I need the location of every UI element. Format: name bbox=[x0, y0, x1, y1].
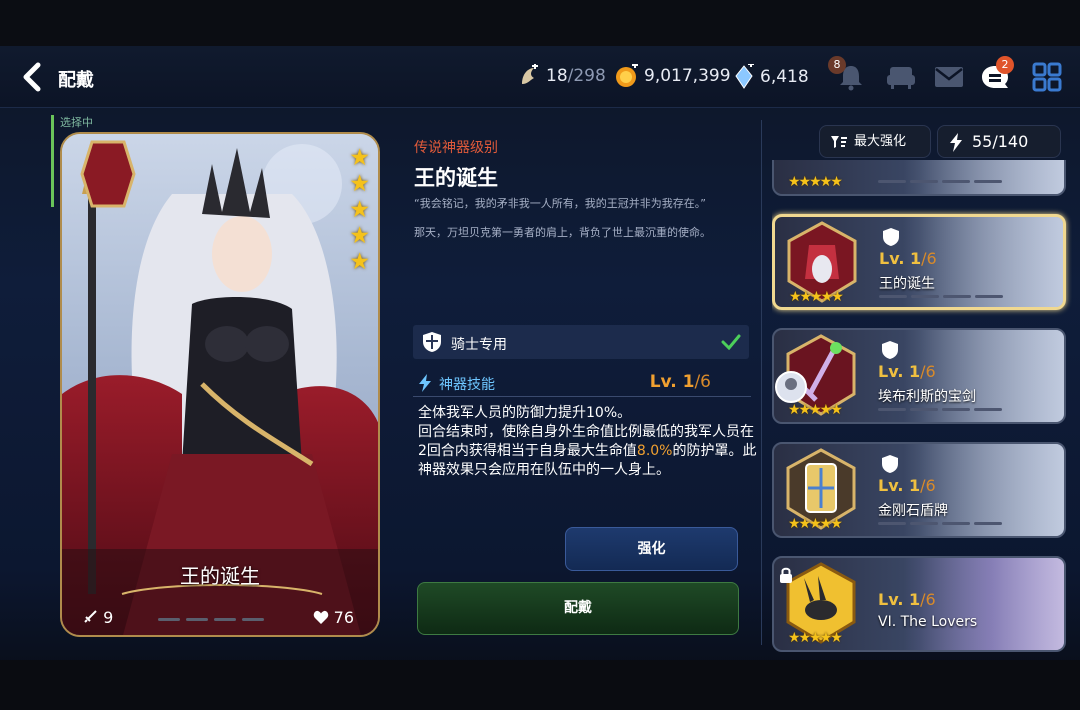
chat-button[interactable]: 2 bbox=[978, 56, 1014, 94]
mail-button[interactable] bbox=[932, 60, 966, 94]
check-icon bbox=[721, 334, 741, 350]
stamina-icon bbox=[522, 64, 538, 84]
notification-badge: 8 bbox=[828, 56, 846, 74]
list-item[interactable]: ★★★★★ bbox=[772, 160, 1066, 196]
chat-badge: 2 bbox=[996, 56, 1014, 74]
item-level: Lv. 1/6 bbox=[879, 249, 937, 268]
star-icon: ★ bbox=[349, 223, 370, 249]
artifact-list[interactable]: ★★★★★ ★★★★★ Lv. 1/6 王的诞生 ★★★★★ Lv. 1/6 埃… bbox=[772, 160, 1072, 655]
menu-grid-button[interactable] bbox=[1030, 60, 1064, 94]
card-progress-dots bbox=[158, 618, 264, 621]
sort-button[interactable]: 最大强化 bbox=[819, 125, 931, 158]
bottom-letterbox bbox=[0, 660, 1080, 710]
chevron-left-icon bbox=[23, 62, 41, 92]
item-level: Lv. 1/6 bbox=[878, 362, 936, 381]
panel-divider bbox=[761, 120, 762, 645]
heart-icon bbox=[313, 610, 328, 624]
selected-indicator bbox=[51, 115, 54, 207]
list-item[interactable]: ★★★★★ Lv. 1/6 埃布利斯的宝剑 bbox=[772, 328, 1066, 424]
knight-shield-icon bbox=[883, 228, 899, 246]
lightning-icon bbox=[419, 374, 431, 392]
skill-level: Lv. 1/6 bbox=[649, 372, 711, 392]
item-stars: ★★★★★ bbox=[788, 516, 843, 532]
item-level: Lv. 1/6 bbox=[878, 476, 936, 495]
lightning-icon bbox=[950, 133, 962, 152]
artifact-count-stat: 55/140 bbox=[937, 125, 1061, 158]
gold-value: 9,017,399 bbox=[644, 66, 731, 86]
equip-button[interactable]: 配戴 bbox=[417, 582, 739, 635]
crystal-value: 6,418 bbox=[760, 67, 809, 87]
card-name: 王的诞生 bbox=[180, 564, 260, 588]
sword-icon bbox=[84, 610, 97, 623]
crystal-icon bbox=[735, 64, 754, 89]
card-footer: 9 76 bbox=[62, 596, 378, 635]
skill-highlight-value: 8.0% bbox=[636, 443, 673, 459]
mail-icon bbox=[935, 67, 963, 87]
page-title: 配戴 bbox=[58, 70, 94, 91]
artifact-title: 王的诞生 bbox=[414, 166, 498, 190]
artifact-grade: 传说神器级别 bbox=[414, 140, 498, 156]
star-icon: ★ bbox=[349, 197, 370, 223]
item-stars: ★★★★★ bbox=[788, 402, 843, 418]
list-item[interactable]: ★★★★★ Lv. 1/6 金刚石盾牌 bbox=[772, 442, 1066, 538]
crystal-resource[interactable]: 6,418 bbox=[734, 64, 809, 90]
item-name: 王的诞生 bbox=[879, 276, 935, 292]
knight-shield-icon bbox=[882, 455, 898, 473]
artifact-skill-row: 神器技能 Lv. 1/6 bbox=[413, 367, 751, 397]
game-screen: 配戴 18/298 9,017,399 6,418 8 2 选择中 ★ ★ ★ … bbox=[0, 0, 1080, 710]
list-item[interactable]: ★★★★★ Lv. 1/6 王的诞生 bbox=[772, 214, 1066, 310]
item-stars: ★★★★★ bbox=[788, 630, 843, 646]
item-level: Lv. 1/6 bbox=[878, 590, 936, 609]
item-name: VI. The Lovers bbox=[878, 614, 978, 630]
knight-shield-icon bbox=[882, 341, 898, 359]
artifact-quote: “我会铭记，我的矛非我一人所有，我的王冠并非为我存在。” bbox=[414, 197, 706, 210]
star-icon: ★ bbox=[349, 249, 370, 275]
item-name: 金刚石盾牌 bbox=[878, 503, 948, 519]
lobby-button[interactable] bbox=[884, 60, 918, 94]
item-stars: ★★★★★ bbox=[788, 174, 843, 190]
artifact-card[interactable]: ★ ★ ★ ★ ★ 王的诞生 9 76 bbox=[60, 132, 380, 637]
skill-description: 全体我军人员的防御力提升10%。 回合结束时，使除自身外生命值比例最低的我军人员… bbox=[418, 405, 757, 478]
class-restriction-row: 骑士专用 bbox=[413, 325, 749, 359]
stamina-value: 18/298 bbox=[546, 66, 606, 86]
card-health: 76 bbox=[313, 608, 354, 627]
star-icon: ★ bbox=[349, 171, 370, 197]
star-icon: ★ bbox=[349, 145, 370, 171]
list-item[interactable]: ★★★★★ Lv. 1/6 VI. The Lovers bbox=[772, 556, 1066, 652]
gold-resource[interactable]: 9,017,399 bbox=[614, 64, 731, 88]
enhance-button[interactable]: 强化 bbox=[565, 527, 738, 571]
sofa-icon bbox=[887, 67, 915, 89]
selected-label: 选择中 bbox=[60, 116, 93, 129]
gold-coin-icon bbox=[616, 64, 638, 87]
top-letterbox bbox=[0, 0, 1080, 46]
notification-button[interactable]: 8 bbox=[828, 56, 868, 94]
card-attack: 9 bbox=[82, 608, 113, 627]
avatar bbox=[775, 371, 807, 403]
back-button[interactable] bbox=[18, 62, 48, 92]
lock-icon bbox=[780, 567, 792, 583]
sort-filter-icon bbox=[831, 136, 847, 148]
stamina-resource[interactable]: 18/298 bbox=[518, 64, 606, 88]
class-restriction-label: 骑士专用 bbox=[451, 337, 507, 353]
grid-menu-icon bbox=[1032, 62, 1062, 92]
item-name: 埃布利斯的宝剑 bbox=[878, 389, 976, 405]
skill-label: 神器技能 bbox=[439, 377, 495, 393]
artifact-lore: 那天，万坦贝克第一勇者的肩上，背负了世上最沉重的使命。 bbox=[414, 226, 711, 239]
knight-shield-icon bbox=[423, 332, 441, 352]
header-bar: 配戴 18/298 9,017,399 6,418 8 2 bbox=[0, 46, 1080, 108]
item-stars: ★★★★★ bbox=[789, 289, 844, 305]
card-stars: ★ ★ ★ ★ ★ bbox=[349, 146, 370, 274]
